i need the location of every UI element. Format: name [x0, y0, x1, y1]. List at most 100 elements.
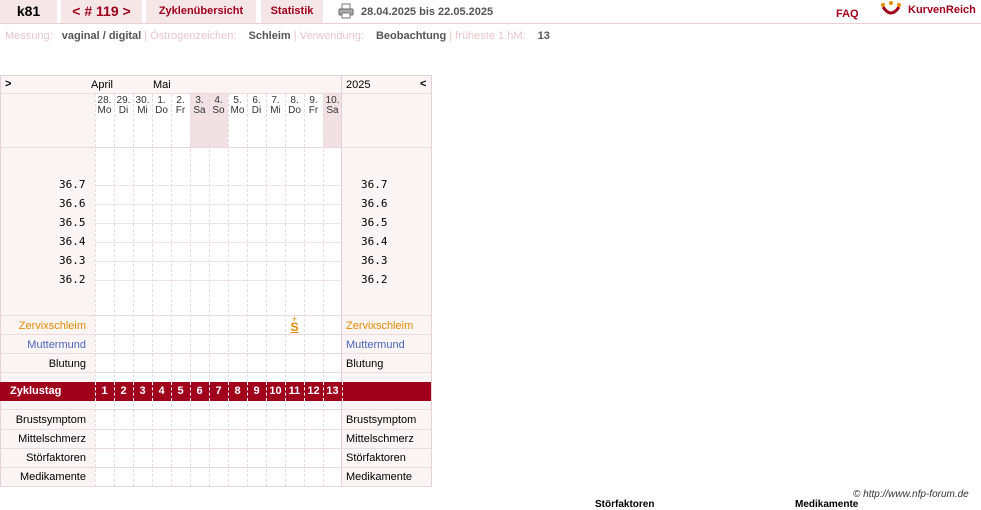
day-weekday: Fr — [175, 105, 186, 116]
day-weekday: Do — [288, 105, 301, 116]
nav-cycle-overview[interactable]: Zyklenübersicht — [146, 0, 256, 23]
day-weekday: Mi — [137, 105, 148, 116]
cycle-day-number: 12 — [307, 385, 320, 397]
row-label-mucus: Zervixschleim — [18, 320, 86, 332]
earliest-value: 13 — [537, 30, 550, 42]
usage-label: Verwendung: — [299, 30, 364, 42]
month-may: Mai — [153, 79, 171, 91]
usage-value: Beobachtung — [375, 30, 447, 42]
cycle-day-number: 2 — [120, 385, 127, 397]
temperature-label-right: 36.6 — [361, 197, 388, 210]
forum-watermark: © http://www.nfp-forum.de — [853, 489, 969, 500]
info-row: Messung: vaginal / digital | Östrogenzei… — [5, 30, 550, 42]
cycle-day-number: 11 — [288, 385, 301, 397]
row-divider — [0, 315, 432, 316]
cycle-day-number: 8 — [234, 385, 241, 397]
mucus-symbol[interactable]: S — [285, 320, 304, 334]
right-label-divider — [341, 75, 342, 487]
row-divider — [0, 372, 432, 373]
row-label-left: Mittelschmerz — [18, 433, 86, 445]
cycle-day-number: 4 — [158, 385, 165, 397]
row-label-cervix-right: Muttermund — [346, 339, 405, 351]
user-name-tab: k81 — [0, 0, 57, 23]
day-weekday: Fr — [308, 105, 319, 116]
row-label-right: Störfaktoren — [346, 452, 406, 464]
cycle-day-number: 9 — [253, 385, 260, 397]
row-divider — [0, 334, 432, 335]
cycle-day-number: 3 — [139, 385, 146, 397]
day-weekday: So — [212, 105, 225, 116]
temperature-gridline — [95, 261, 341, 262]
cycle-day-number: 10 — [269, 385, 282, 397]
row-divider — [0, 409, 432, 410]
row-label-left: Störfaktoren — [26, 452, 86, 464]
temperature-gridline — [95, 223, 341, 224]
day-weekday: Mo — [97, 105, 112, 116]
cut-off-label-disturbances: Störfaktoren — [595, 499, 655, 510]
temperature-gridline — [95, 185, 341, 186]
measure-value: vaginal / digital — [61, 30, 142, 42]
cycle-day-number: 1 — [101, 385, 108, 397]
brand-name[interactable]: KurvenReich — [908, 4, 976, 16]
temperature-label-right: 36.5 — [361, 216, 388, 229]
day-weekday: Di — [251, 105, 262, 116]
temperature-gridline — [95, 280, 341, 281]
row-divider — [0, 486, 432, 487]
temperature-gridline — [95, 242, 341, 243]
date-range: 28.04.2025 bis 22.05.2025 — [361, 6, 494, 18]
temperature-gridline — [95, 204, 341, 205]
earliest-label: früheste 1.hM: — [455, 30, 526, 42]
month-april: April — [91, 79, 114, 91]
year-label: 2025 — [346, 79, 371, 91]
row-label-left: Medikamente — [19, 471, 86, 483]
day-weekday: Sa — [193, 105, 206, 116]
row-divider — [0, 448, 432, 449]
row-label-bleeding: Blutung — [48, 358, 86, 370]
header-divider — [0, 23, 981, 24]
row-divider — [0, 429, 432, 430]
next-cycle-arrow[interactable]: < — [420, 78, 426, 90]
cycle-day-divider — [342, 382, 343, 401]
cycle-day-number: 13 — [326, 385, 339, 397]
row-divider — [0, 353, 432, 354]
row-label-right: Mittelschmerz — [346, 433, 414, 445]
header-row-divider — [0, 93, 432, 94]
temperature-label-right: 36.3 — [361, 254, 388, 267]
temperature-label-left: 36.7 — [59, 178, 86, 191]
row-label-cervix: Muttermund — [27, 339, 86, 351]
day-weekday: Di — [118, 105, 129, 116]
row-label-right: Medikamente — [346, 471, 413, 483]
row-label-bleeding-right: Blutung — [346, 358, 384, 370]
day-weekday: Mi — [270, 105, 281, 116]
faq-link[interactable]: FAQ — [836, 8, 859, 20]
temperature-label-left: 36.2 — [59, 273, 86, 286]
cycle-day-number: 7 — [215, 385, 222, 397]
cut-off-label-medication: Medikamente — [795, 499, 859, 510]
date-row-divider — [0, 147, 432, 148]
estrogen-label: Östrogenzeichen: — [150, 30, 237, 42]
temperature-label-left: 36.3 — [59, 254, 86, 267]
nav-statistics[interactable]: Statistik — [261, 0, 323, 23]
temperature-label-right: 36.2 — [361, 273, 388, 286]
temperature-label-right: 36.7 — [361, 178, 388, 191]
temperature-label-left: 36.5 — [59, 216, 86, 229]
row-label-mucus-right: Zervixschleim — [346, 320, 414, 332]
cycle-day-label: Zyklustag — [10, 385, 62, 397]
temperature-label-left: 36.4 — [59, 235, 86, 248]
measure-label: Messung: — [5, 30, 53, 42]
cycle-number-nav[interactable]: < # 119 > — [61, 0, 142, 23]
day-weekday: Mo — [230, 105, 245, 116]
day-weekday: Sa — [326, 105, 339, 116]
cycle-day-number: 6 — [196, 385, 203, 397]
row-divider — [0, 467, 432, 468]
row-label-right: Brustsymptom — [346, 414, 417, 426]
day-weekday: Do — [155, 105, 168, 116]
temperature-label-left: 36.6 — [59, 197, 86, 210]
printer-icon[interactable] — [338, 3, 354, 19]
temperature-label-right: 36.4 — [361, 235, 388, 248]
row-label-left: Brustsymptom — [15, 414, 86, 426]
estrogen-value: Schleim — [248, 30, 291, 42]
prev-cycle-arrow[interactable]: > — [5, 78, 11, 90]
cycle-day-number: 5 — [177, 385, 184, 397]
kurvenreich-logo-icon — [881, 1, 901, 15]
